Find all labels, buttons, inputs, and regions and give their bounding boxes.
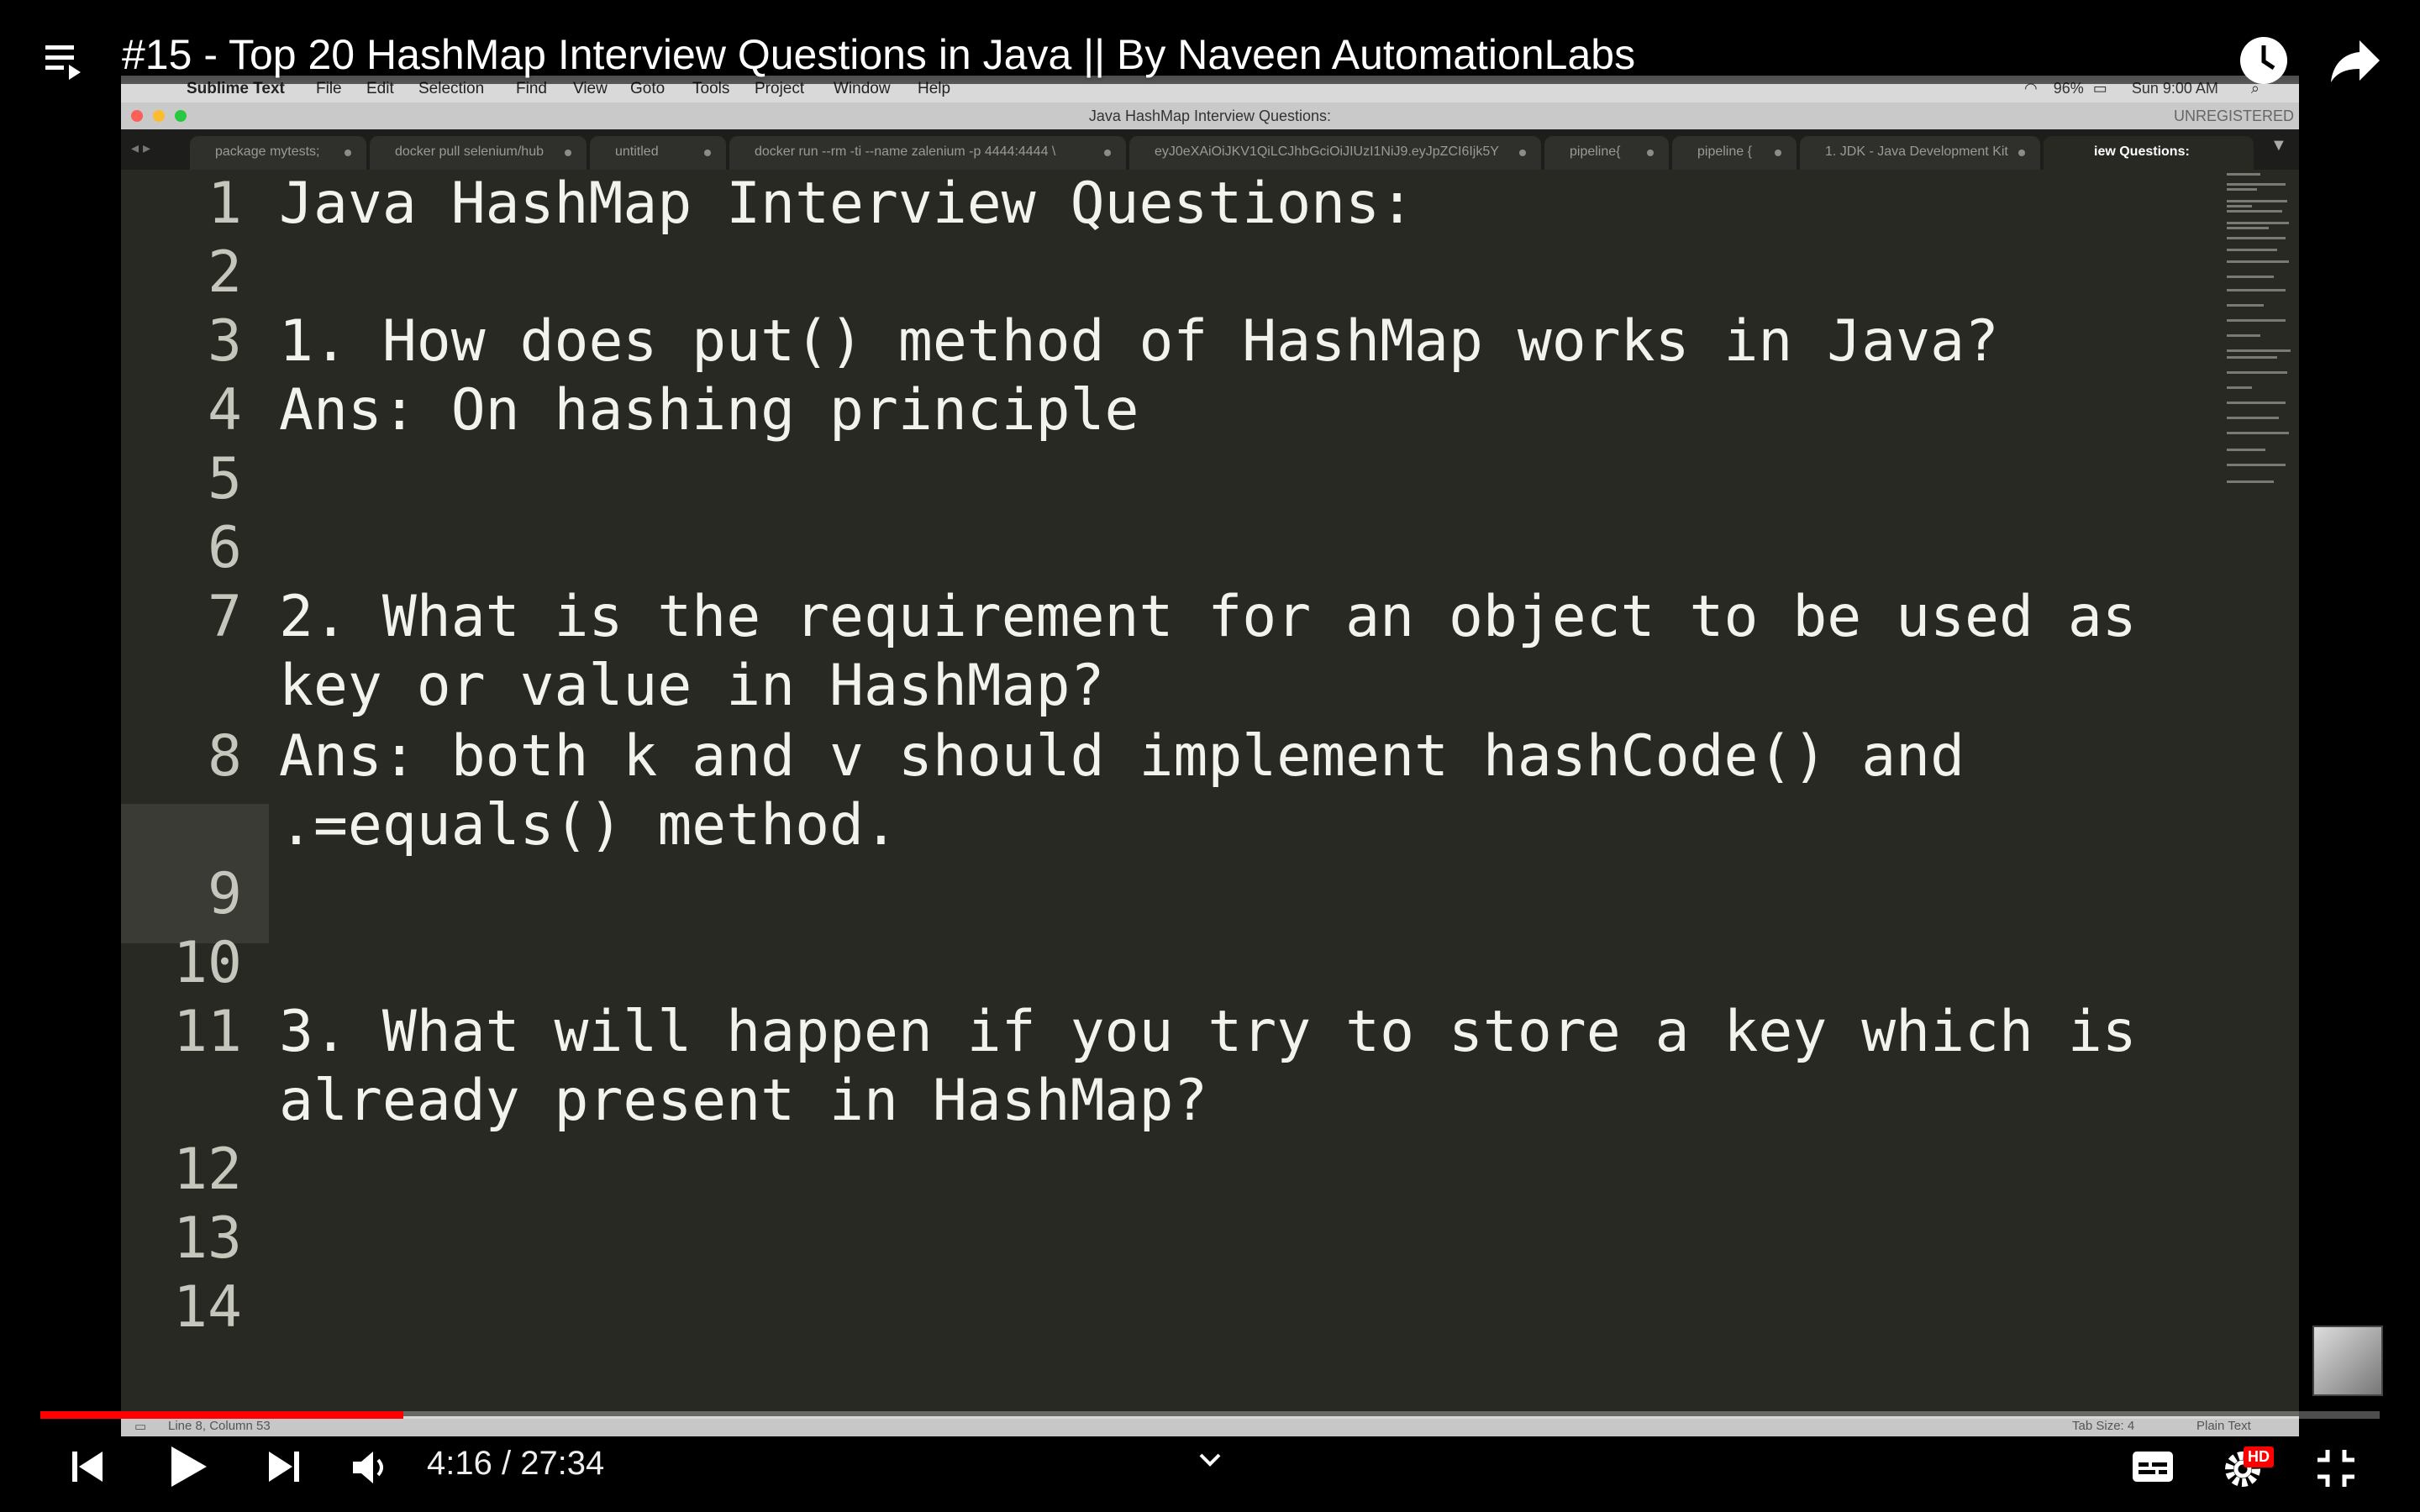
tab-nav-arrows-icon[interactable]: ◂ ▸	[131, 139, 150, 157]
subtitles-icon[interactable]	[2131, 1450, 2175, 1483]
code-line: Ans: both k and v should implement hashC…	[279, 723, 1965, 790]
tab-label: pipeline{	[1570, 144, 1621, 159]
line-number: 6	[208, 515, 242, 581]
window-titlebar: Java HashMap Interview Questions: UNREGI…	[121, 102, 2299, 129]
tab-label: untitled	[615, 144, 659, 159]
tab-dirty-icon	[1775, 150, 1781, 156]
code-line: 3. What will happen if you try to store …	[279, 999, 2137, 1065]
tab-label: pipeline {	[1697, 144, 1752, 159]
progress-played[interactable]	[40, 1411, 403, 1419]
tab-dirty-icon	[565, 150, 571, 156]
line-number: 2	[208, 239, 242, 306]
code-line: 2. What is the requirement for an object…	[279, 584, 2137, 650]
tab-jdk[interactable]: 1. JDK - Java Development Kit	[1800, 136, 2040, 170]
exit-fullscreen-icon[interactable]	[2316, 1448, 2356, 1488]
code-line: 1. How does put() method of HashMap work…	[279, 308, 1999, 375]
line-number: 11	[173, 999, 242, 1065]
tab-overflow-icon[interactable]: ▼	[2270, 136, 2287, 155]
tab-active-questions[interactable]: iew Questions:	[2044, 136, 2254, 170]
tab-pipeline-1[interactable]: pipeline{	[1544, 136, 1669, 170]
tab-dirty-icon	[704, 150, 711, 156]
tab-pipeline-2[interactable]: pipeline {	[1672, 136, 1797, 170]
next-icon[interactable]	[267, 1448, 301, 1485]
volume-icon[interactable]	[351, 1450, 390, 1485]
line-number: 4	[208, 377, 242, 444]
presenter-thumbnail	[2312, 1326, 2383, 1396]
line-number: 12	[173, 1137, 242, 1203]
minimap[interactable]	[2222, 170, 2299, 506]
tab-docker-run[interactable]: docker run --rm -ti --name zalenium -p 4…	[729, 136, 1126, 170]
code-line: already present in HashMap?	[279, 1068, 1208, 1134]
play-icon[interactable]	[168, 1445, 208, 1488]
tab-bar: ◂ ▸ package mytests; docker pull seleniu…	[121, 129, 2299, 170]
player-top-bar: #15 - Top 20 HashMap Interview Questions…	[0, 0, 2420, 84]
editor-pane[interactable]: 1 2 3 4 5 6 7 8 9 10 11 12 13 14 Java Ha…	[121, 170, 2299, 1416]
tab-untitled[interactable]: untitled	[590, 136, 726, 170]
code-line: Ans: On hashing principle	[279, 377, 1139, 444]
line-number: 14	[173, 1274, 242, 1341]
code-line: Java HashMap Interview Questions:	[279, 171, 1415, 237]
watch-later-icon[interactable]	[2237, 34, 2291, 87]
line-number: 13	[173, 1205, 242, 1272]
tab-label: eyJ0eXAiOiJKV1QiLCJhbGciOiJIUzI1NiJ9.eyJ…	[1155, 144, 1499, 159]
window-title: Java HashMap Interview Questions:	[1088, 108, 1332, 124]
line-number: 3	[208, 308, 242, 375]
tab-dirty-icon	[1519, 150, 1526, 156]
playlist-icon[interactable]	[44, 40, 87, 84]
tab-dirty-icon	[345, 150, 351, 156]
code-line: .=equals() method.	[279, 792, 898, 858]
line-gutter: 1 2 3 4 5 6 7 8 9 10 11 12 13 14	[121, 170, 269, 1416]
line-number: 8	[208, 723, 242, 790]
line-number: 5	[208, 446, 242, 512]
line-number: 7	[208, 584, 242, 650]
tab-label: docker pull selenium/hub	[395, 144, 544, 159]
tab-label: docker run --rm -ti --name zalenium -p 4…	[755, 144, 1056, 159]
code-line: key or value in HashMap?	[279, 653, 1105, 719]
previous-icon[interactable]	[71, 1448, 104, 1485]
tab-dirty-icon	[1647, 150, 1654, 156]
hd-badge: HD	[2244, 1446, 2274, 1467]
tab-dirty-icon	[2018, 150, 2025, 156]
video-frame[interactable]: Sublime Text File Edit Selection Find Vi…	[121, 76, 2299, 1436]
tab-docker-pull[interactable]: docker pull selenium/hub	[370, 136, 587, 170]
line-number: 10	[173, 930, 242, 996]
share-icon[interactable]	[2328, 35, 2383, 86]
tab-package-mytests[interactable]: package mytests;	[190, 136, 366, 170]
tab-label: package mytests;	[215, 144, 320, 159]
tab-dirty-icon	[1104, 150, 1111, 156]
unregistered-label: UNREGISTERED	[2173, 108, 2294, 124]
player-controls	[0, 1428, 2420, 1512]
line-number: 1	[208, 171, 242, 237]
tab-jwt-token[interactable]: eyJ0eXAiOiJKV1QiLCJhbGciOiJIUzI1NiJ9.eyJ…	[1129, 136, 1541, 170]
line-number: 9	[208, 861, 242, 927]
video-title[interactable]: #15 - Top 20 HashMap Interview Questions…	[122, 30, 1635, 79]
tab-label: iew Questions:	[2094, 144, 2190, 159]
chevron-down-icon[interactable]	[1198, 1452, 1222, 1468]
time-display: 4:16 / 27:34	[427, 1445, 605, 1482]
tab-label: 1. JDK - Java Development Kit	[1825, 144, 2008, 159]
